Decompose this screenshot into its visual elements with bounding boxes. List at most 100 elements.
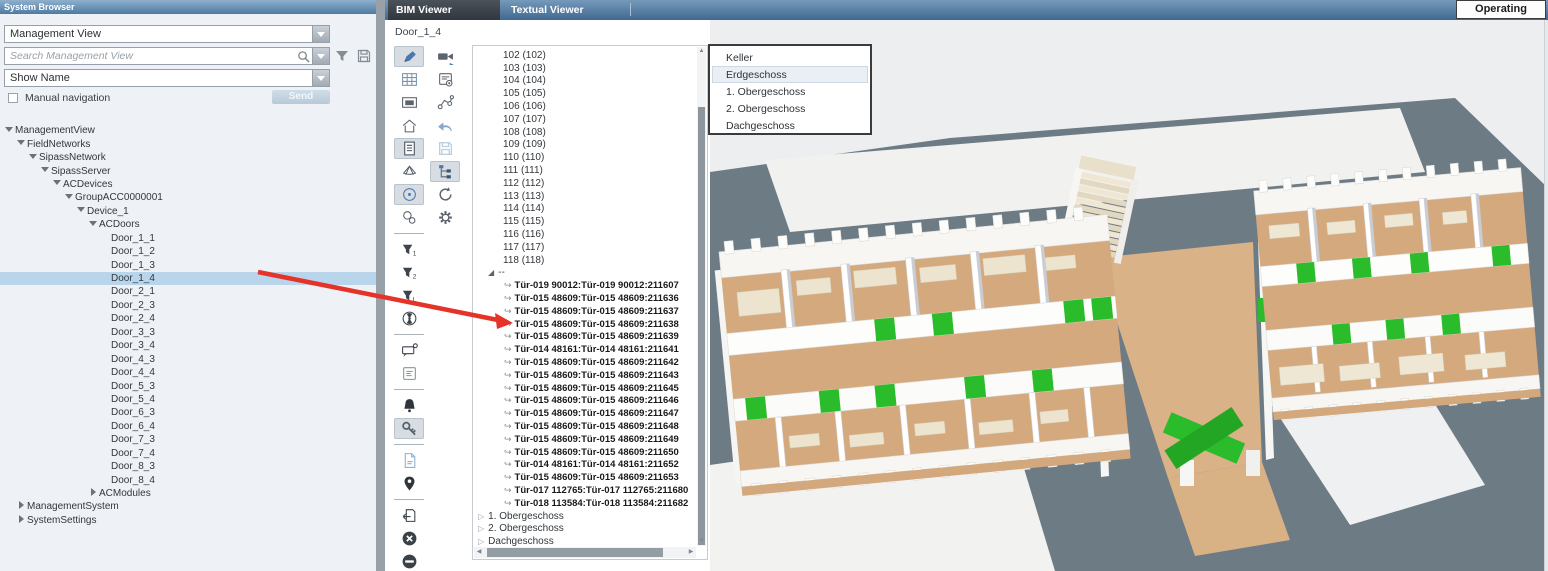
settings-gear-icon[interactable] — [430, 207, 460, 228]
scroll-up-icon[interactable]: ▲ — [697, 47, 706, 56]
room-list-item[interactable]: 109 (109) — [473, 139, 696, 152]
tree-toggle-icon[interactable] — [41, 163, 51, 179]
scroll-right-icon[interactable]: ▶ — [686, 547, 696, 558]
door-list-item[interactable]: ↪Tür-014 48161:Tür-014 48161:211652 — [473, 459, 696, 472]
marker-tool-icon[interactable] — [394, 46, 424, 67]
chevron-down-icon[interactable] — [312, 26, 329, 42]
cancel-circle-icon[interactable] — [394, 528, 424, 549]
home-view-icon[interactable] — [394, 115, 424, 136]
room-list-item[interactable]: 105 (105) — [473, 87, 696, 100]
filter-2-icon[interactable]: 2 — [394, 262, 424, 283]
tree-item-door_1_4[interactable]: Door_1_4 — [0, 272, 376, 285]
tree-toggle-icon[interactable] — [29, 150, 39, 166]
room-list-item[interactable]: 117 (117) — [473, 241, 696, 254]
room-list-item[interactable]: 113 (113) — [473, 190, 696, 203]
door-list-item[interactable]: ↪Tür-015 48609:Tür-015 48609:211636 — [473, 292, 696, 305]
right-edge-splitter[interactable] — [1544, 20, 1548, 571]
report-form-icon[interactable] — [394, 363, 424, 384]
tree-item-door_4_4[interactable]: Door_4_4 — [0, 366, 376, 379]
scroll-left-icon[interactable]: ◀ — [474, 547, 484, 558]
door-list-item[interactable]: ↪Tür-019 90012:Tür-019 90012:211607 — [473, 279, 696, 292]
cone-view-icon[interactable] — [394, 161, 424, 182]
tab-textual-viewer[interactable]: Textual Viewer — [503, 0, 625, 20]
manual-navigation-checkbox[interactable] — [8, 93, 18, 103]
tree-item-acdevices[interactable]: ACDevices — [0, 178, 376, 191]
operating-button[interactable]: Operating — [1456, 0, 1546, 19]
display-mode-dropdown[interactable]: Show Name — [4, 69, 330, 87]
tree-item-door_2_1[interactable]: Door_2_1 — [0, 285, 376, 298]
tree-item-door_6_3[interactable]: Door_6_3 — [0, 406, 376, 419]
search-dropdown-button[interactable] — [312, 48, 329, 64]
tree-toggle-icon[interactable] — [65, 190, 75, 206]
door-list-item[interactable]: ↪Tür-015 48609:Tür-015 48609:211643 — [473, 369, 696, 382]
location-pin-icon[interactable] — [394, 473, 424, 494]
door-list-item[interactable]: ↪Tür-015 48609:Tür-015 48609:211650 — [473, 446, 696, 459]
properties-form-icon[interactable] — [430, 69, 460, 90]
tree-item-device_1[interactable]: Device_1 — [0, 205, 376, 218]
filter-1-icon[interactable]: 1 — [394, 239, 424, 260]
tree-item-door_3_3[interactable]: Door_3_3 — [0, 326, 376, 339]
room-list-item[interactable]: 110 (110) — [473, 151, 696, 164]
tree-item-door_1_2[interactable]: Door_1_2 — [0, 245, 376, 258]
tree-item-door_2_4[interactable]: Door_2_4 — [0, 312, 376, 325]
floor-node[interactable]: ▷2. Obergeschoss — [473, 522, 696, 535]
room-list-item[interactable]: 111 (111) — [473, 164, 696, 177]
key-icon[interactable] — [394, 418, 424, 439]
search-icon[interactable] — [294, 48, 312, 64]
vertical-scrollbar[interactable]: ▲ ▼ — [697, 47, 706, 546]
undo-icon[interactable] — [430, 115, 460, 136]
floor-popup-item-1-obergeschoss[interactable]: 1. Obergeschoss — [712, 83, 868, 100]
export-document-icon[interactable] — [394, 505, 424, 526]
send-button[interactable]: Send — [272, 90, 330, 104]
tree-item-managementview[interactable]: ManagementView — [0, 124, 376, 137]
tab-bim-viewer[interactable]: BIM Viewer — [388, 0, 500, 20]
room-list-item[interactable]: 116 (116) — [473, 228, 696, 241]
floor-popup-item-2-obergeschoss[interactable]: 2. Obergeschoss — [712, 100, 868, 117]
room-list-item[interactable]: 104 (104) — [473, 75, 696, 88]
panel-splitter[interactable] — [376, 0, 385, 571]
refresh-icon[interactable] — [430, 184, 460, 205]
tree-item-acmodules[interactable]: ACModules — [0, 487, 376, 500]
tree-item-sipassnetwork[interactable]: SipassNetwork — [0, 151, 376, 164]
tree-toggle-icon[interactable] — [17, 515, 27, 526]
door-list-item[interactable]: ↪Tür-015 48609:Tür-015 48609:211638 — [473, 318, 696, 331]
room-list-item[interactable]: 118 (118) — [473, 254, 696, 267]
door-list-item[interactable]: ↪Tür-015 48609:Tür-015 48609:211639 — [473, 331, 696, 344]
room-list-item[interactable]: 114 (114) — [473, 203, 696, 216]
tree-collapsed-icon[interactable]: ▷ — [478, 524, 484, 533]
tree-toggle-icon[interactable] — [89, 488, 99, 499]
block-circle-icon[interactable] — [394, 551, 424, 571]
door-list-item[interactable]: ↪Tür-015 48609:Tür-015 48609:211648 — [473, 420, 696, 433]
door-list-item[interactable]: ↪Tür-014 48161:Tür-014 48161:211641 — [473, 343, 696, 356]
tree-collapsed-icon[interactable]: ▷ — [478, 512, 484, 521]
tree-item-door_2_3[interactable]: Door_2_3 — [0, 299, 376, 312]
tree-item-door_3_4[interactable]: Door_3_4 — [0, 339, 376, 352]
scroll-down-icon[interactable]: ▼ — [697, 537, 706, 546]
view-selector-dropdown[interactable]: Management View — [4, 25, 330, 43]
tree-toggle-icon[interactable] — [53, 176, 63, 192]
door-list-item[interactable]: ↪Tür-015 48609:Tür-015 48609:211653 — [473, 471, 696, 484]
search-input[interactable] — [5, 50, 294, 62]
room-list-item[interactable]: 103 (103) — [473, 62, 696, 75]
link-objects-icon[interactable] — [394, 207, 424, 228]
tree-expanded-icon[interactable]: ◢ — [488, 268, 494, 277]
tree-item-door_1_1[interactable]: Door_1_1 — [0, 232, 376, 245]
room-list-item[interactable]: 107 (107) — [473, 113, 696, 126]
door-list-item[interactable]: ↪Tür-015 48609:Tür-015 48609:211647 — [473, 407, 696, 420]
filter-icon[interactable] — [334, 48, 350, 69]
floor-node[interactable]: ▷1. Obergeschoss — [473, 510, 696, 523]
model-tree-icon[interactable] — [430, 161, 460, 182]
search-field[interactable] — [4, 47, 330, 65]
tree-item-door_6_4[interactable]: Door_6_4 — [0, 420, 376, 433]
door-list-item[interactable]: ↪Tür-015 48609:Tür-015 48609:211642 — [473, 356, 696, 369]
tree-toggle-icon[interactable] — [77, 203, 87, 219]
focus-target-icon[interactable] — [394, 184, 424, 205]
door-list-item[interactable]: ↪Tür-018 113584:Tür-018 113584:211682 — [473, 497, 696, 510]
pdf-document-icon[interactable] — [394, 450, 424, 471]
door-list-item[interactable]: ↪Tür-015 48609:Tür-015 48609:211646 — [473, 395, 696, 408]
measure-path-icon[interactable] — [430, 92, 460, 113]
vertical-scroll-thumb[interactable] — [698, 107, 705, 545]
tree-item-door_1_3[interactable]: Door_1_3 — [0, 258, 376, 271]
tree-item-managementsystem[interactable]: ManagementSystem — [0, 500, 376, 513]
room-list-item[interactable]: 108 (108) — [473, 126, 696, 139]
